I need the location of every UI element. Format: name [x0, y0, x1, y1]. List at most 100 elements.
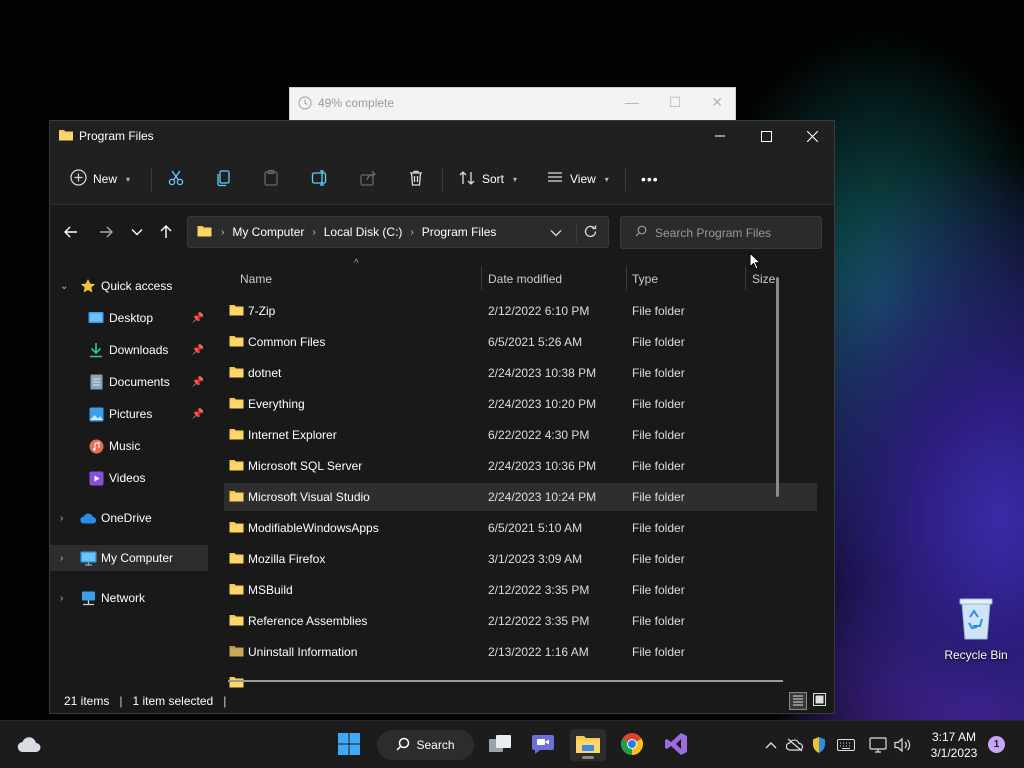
- visual-studio-button[interactable]: [658, 729, 694, 761]
- nav-onedrive[interactable]: › OneDrive: [50, 505, 208, 531]
- breadcrumb-my-computer[interactable]: My Computer: [232, 225, 304, 239]
- vertical-scrollbar[interactable]: [776, 277, 779, 497]
- security-shield-icon[interactable]: [809, 735, 829, 755]
- minimize-icon[interactable]: —: [625, 94, 639, 111]
- sort-button[interactable]: Sort ▾: [458, 165, 517, 193]
- system-clock[interactable]: 3:17 AM 3/1/2023: [922, 729, 986, 761]
- cut-button[interactable]: [167, 165, 185, 193]
- table-row[interactable]: 7-Zip 2/12/2022 6:10 PM File folder: [224, 297, 817, 325]
- chevron-right-icon[interactable]: ›: [60, 513, 63, 524]
- chevron-down-icon[interactable]: ⌄: [60, 281, 68, 292]
- table-row[interactable]: Uninstall Information 2/13/2022 1:16 AM …: [224, 638, 817, 666]
- search-icon: [396, 737, 410, 754]
- new-button[interactable]: New ▾: [70, 165, 130, 193]
- nav-downloads[interactable]: Downloads 📌: [50, 337, 208, 363]
- chevron-right-icon[interactable]: ›: [60, 593, 63, 604]
- file-date: 2/24/2023 10:36 PM: [488, 459, 597, 473]
- file-explorer-taskbar-button[interactable]: [570, 729, 606, 761]
- search-box[interactable]: [620, 216, 822, 249]
- folder-icon: [228, 396, 245, 413]
- details-view-button[interactable]: [789, 692, 807, 710]
- pin-icon[interactable]: 📌: [192, 377, 204, 388]
- nav-desktop[interactable]: Desktop 📌: [50, 305, 208, 331]
- close-icon[interactable]: ✕: [711, 94, 723, 111]
- breadcrumb-local-disk[interactable]: Local Disk (C:): [324, 225, 403, 239]
- table-row[interactable]: ModifiableWindowsApps 6/5/2021 5:10 AM F…: [224, 514, 817, 542]
- nav-quick-access[interactable]: ⌄ Quick access: [50, 273, 208, 299]
- copy-button[interactable]: [215, 165, 233, 193]
- nav-label: Network: [101, 591, 146, 605]
- horizontal-scrollbar[interactable]: [228, 680, 783, 682]
- minimize-button[interactable]: [697, 121, 743, 151]
- file-date: 2/24/2023 10:38 PM: [488, 366, 597, 380]
- breadcrumb-program-files[interactable]: Program Files: [422, 225, 497, 239]
- keyboard-icon[interactable]: [836, 735, 856, 755]
- window-title: Program Files: [79, 129, 154, 143]
- table-row[interactable]: Reference Assemblies 2/12/2022 3:35 PM F…: [224, 607, 817, 635]
- notification-badge[interactable]: 1: [988, 736, 1005, 753]
- table-row[interactable]: Mozilla Firefox 3/1/2023 3:09 AM File fo…: [224, 545, 817, 573]
- taskbar-search-button[interactable]: Search: [377, 730, 474, 760]
- table-row[interactable]: MSBuild 2/12/2022 3:35 PM File folder: [224, 576, 817, 604]
- file-name: Everything: [248, 397, 305, 411]
- folder-icon: [228, 613, 245, 630]
- table-row[interactable]: Microsoft SQL Server 2/24/2023 10:36 PM …: [224, 452, 817, 480]
- show-hidden-icons-button[interactable]: [761, 735, 781, 755]
- table-row-selected[interactable]: Microsoft Visual Studio 2/24/2023 10:24 …: [224, 483, 817, 511]
- paste-button[interactable]: [262, 165, 280, 193]
- tiles-view-button[interactable]: [810, 692, 828, 710]
- refresh-icon[interactable]: [583, 224, 598, 242]
- copy-progress-dialog[interactable]: 49% complete — ☐ ✕: [289, 87, 736, 121]
- videos-icon: [89, 471, 104, 486]
- teams-chat-button[interactable]: [525, 729, 561, 761]
- computer-icon: [80, 551, 97, 566]
- chevron-right-icon[interactable]: ›: [60, 553, 63, 564]
- nav-music[interactable]: Music: [50, 433, 208, 459]
- search-icon: [635, 225, 647, 240]
- close-button[interactable]: [789, 121, 835, 151]
- column-header-type[interactable]: Type: [632, 265, 658, 293]
- table-row[interactable]: Internet Explorer 6/22/2022 4:30 PM File…: [224, 421, 817, 449]
- nav-label: OneDrive: [101, 511, 152, 525]
- up-button[interactable]: [152, 218, 180, 246]
- chrome-button[interactable]: [614, 729, 650, 761]
- task-view-button[interactable]: [482, 729, 518, 761]
- widgets-button[interactable]: [11, 729, 47, 761]
- table-row[interactable]: Everything 2/24/2023 10:20 PM File folde…: [224, 390, 817, 418]
- nav-documents[interactable]: Documents 📌: [50, 369, 208, 395]
- back-button[interactable]: [57, 218, 85, 246]
- table-row[interactable]: Common Files 6/5/2021 5:26 AM File folde…: [224, 328, 817, 356]
- pin-icon[interactable]: 📌: [192, 345, 204, 356]
- forward-button[interactable]: [92, 218, 120, 246]
- maximize-button[interactable]: [743, 121, 789, 151]
- folder-icon: [58, 128, 74, 145]
- folder-icon: [575, 733, 601, 758]
- pin-icon[interactable]: 📌: [192, 313, 204, 324]
- address-dropdown-icon[interactable]: [550, 226, 562, 240]
- column-header-date[interactable]: Date modified: [488, 265, 562, 293]
- nav-my-computer[interactable]: › My Computer: [50, 545, 208, 571]
- search-input[interactable]: [655, 225, 805, 240]
- onedrive-offline-icon[interactable]: [785, 735, 805, 755]
- title-bar[interactable]: Program Files: [50, 121, 834, 151]
- volume-icon[interactable]: [893, 735, 913, 755]
- nav-network[interactable]: › Network: [50, 585, 208, 611]
- nav-videos[interactable]: Videos: [50, 465, 208, 491]
- share-button[interactable]: [359, 165, 377, 193]
- maximize-icon[interactable]: ☐: [669, 94, 682, 111]
- address-box[interactable]: › My Computer › Local Disk (C:) › Progra…: [187, 216, 609, 248]
- more-options-button[interactable]: •••: [641, 165, 659, 193]
- recycle-bin-shortcut[interactable]: Recycle Bin: [940, 595, 1012, 662]
- pin-icon[interactable]: 📌: [192, 409, 204, 420]
- column-header-name[interactable]: Name: [240, 265, 272, 293]
- recent-locations-button[interactable]: [123, 218, 151, 246]
- file-date: 6/5/2021 5:10 AM: [488, 521, 583, 535]
- delete-button[interactable]: [407, 165, 425, 193]
- nav-pictures[interactable]: Pictures 📌: [50, 401, 208, 427]
- rename-button[interactable]: [311, 165, 329, 193]
- network-status-icon[interactable]: [868, 735, 888, 755]
- table-row[interactable]: dotnet 2/24/2023 10:38 PM File folder: [224, 359, 817, 387]
- start-button[interactable]: [331, 729, 367, 761]
- file-name: Internet Explorer: [248, 428, 337, 442]
- view-button[interactable]: View ▾: [546, 165, 609, 193]
